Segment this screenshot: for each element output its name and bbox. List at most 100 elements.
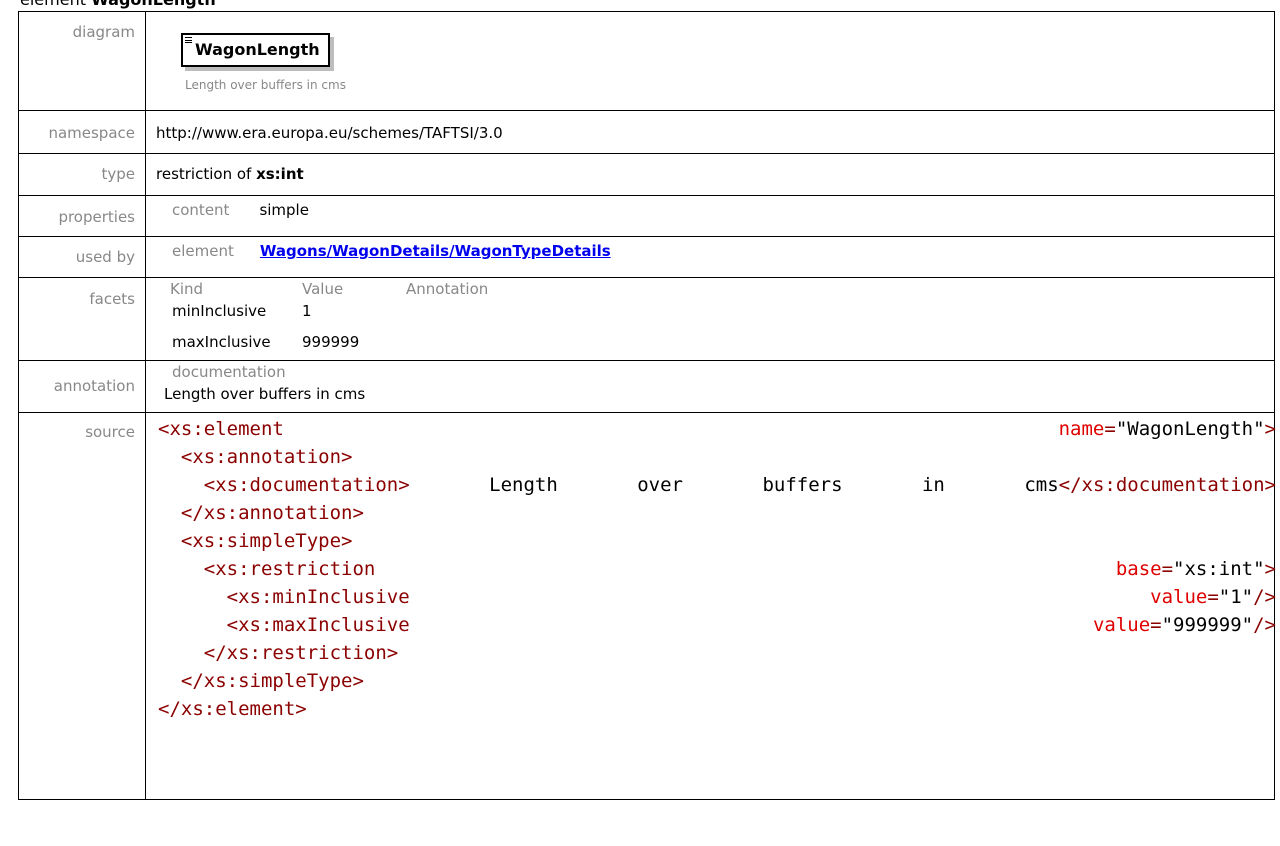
- used-by-key: element: [172, 242, 234, 260]
- used-by-label: used by: [75, 248, 135, 266]
- properties-label: properties: [58, 208, 135, 226]
- heading-element-name: WagonLength: [91, 0, 216, 9]
- annotation-row: annotation documentation Length over buf…: [18, 360, 1275, 413]
- type-row: type restriction of xs:int: [18, 153, 1275, 196]
- source-tag: <xs:element: [158, 418, 284, 440]
- source-tag: <xs:annotation>: [180, 446, 353, 468]
- source-attr-name: value: [1092, 614, 1151, 636]
- source-text-word: buffers: [762, 474, 843, 496]
- source-attr-name: base: [1115, 558, 1162, 580]
- source-tag: <xs:simpleType>: [180, 530, 353, 552]
- source-line: <xs:element name="WagonLength">: [158, 415, 1276, 443]
- source-tag: <xs:minInclusive: [226, 586, 410, 608]
- source-line: <xs:documentation> Length over buffers in cms…: [158, 471, 1276, 499]
- type-prefix: restriction of: [156, 165, 257, 183]
- source-label: source: [85, 423, 135, 441]
- diagram-label: diagram: [72, 23, 135, 41]
- source-tag: </xs:simpleType>: [180, 670, 364, 692]
- facet-kind: maxInclusive: [172, 333, 271, 351]
- source-line: <xs:restriction base="xs:int">: [158, 555, 1276, 583]
- source-row: source <xs:element name="WagonLength"> <x…: [18, 412, 1276, 800]
- source-equals: =: [1207, 586, 1219, 608]
- source-tag: <xs:documentation>: [203, 474, 410, 496]
- facets-label: facets: [89, 290, 135, 308]
- source-attr-value: "xs:int": [1173, 558, 1265, 580]
- source-line: <xs:annotation>: [158, 443, 1276, 471]
- source-tag: </xs:element>: [158, 698, 307, 720]
- heading-prefix: element: [20, 0, 91, 9]
- facet-kind: minInclusive: [172, 302, 267, 320]
- facets-table: Kind Value Annotation minInclusive 1 max…: [170, 280, 488, 351]
- source-tag: </xs:annotation>: [180, 502, 364, 524]
- page-heading: element WagonLength: [20, 0, 216, 9]
- source-line-left: </xs:simpleType>: [158, 667, 364, 695]
- facet-annotation: [406, 298, 488, 320]
- source-line-right: base="xs:int">: [1116, 555, 1276, 583]
- source-tag: </xs:restriction>: [203, 642, 399, 664]
- facets-header-row: Kind Value Annotation: [170, 280, 488, 298]
- element-doc-table: diagram WagonLength Length over buffers …: [18, 11, 1276, 800]
- source-line-right: name="WagonLength">: [1059, 415, 1276, 443]
- source-line: </xs:element>: [158, 695, 1276, 723]
- source-tag: </xs:documentation>: [1058, 474, 1276, 496]
- source-line: <xs:minInclusive value="1"/>: [158, 583, 1276, 611]
- source-text-word: over: [637, 474, 683, 496]
- source-equals: =: [1161, 558, 1174, 580]
- properties-value: simple: [259, 201, 309, 219]
- facet-annotation: [406, 320, 488, 351]
- facets-header-value: Value: [302, 280, 344, 298]
- source-line-left: <xs:simpleType>: [158, 527, 353, 555]
- source-line: <xs:maxInclusive value="999999"/>: [158, 611, 1276, 639]
- source-line-left: </xs:annotation>: [158, 499, 364, 527]
- source-line-right: value="1"/>: [1150, 583, 1276, 611]
- source-tag-close: />: [1253, 586, 1276, 608]
- source-line: <xs:simpleType>: [158, 527, 1276, 555]
- source-line-left: <xs:documentation>: [158, 471, 410, 499]
- annotation-key: documentation: [172, 363, 286, 381]
- source-attr-value: "999999": [1161, 614, 1254, 636]
- source-line-left: <xs:minInclusive: [158, 583, 410, 611]
- source-tag: <xs:maxInclusive: [226, 614, 410, 636]
- source-tag-close: >: [1264, 558, 1276, 580]
- source-line-left: <xs:restriction: [158, 555, 376, 583]
- type-base: xs:int: [256, 165, 304, 183]
- source-attr-value: "1": [1218, 586, 1254, 608]
- diagram-row: diagram WagonLength Length over buffers …: [18, 11, 1275, 111]
- type-value: restriction of xs:int: [156, 165, 304, 183]
- source-line: </xs:annotation>: [158, 499, 1276, 527]
- used-by-link[interactable]: Wagons/WagonDetails/WagonTypeDetails: [260, 242, 611, 260]
- element-diagram-box[interactable]: WagonLength: [181, 33, 330, 67]
- source-tag-close: />: [1253, 614, 1276, 636]
- used-by-row: used by element Wagons/WagonDetails/Wago…: [18, 236, 1275, 278]
- source-attr-name: value: [1150, 586, 1208, 608]
- source-line-right: value="999999"/>: [1093, 611, 1276, 639]
- source-tag: <xs:restriction: [203, 558, 376, 580]
- source-line: </xs:simpleType>: [158, 667, 1276, 695]
- source-line-left: <xs:annotation>: [158, 443, 353, 471]
- namespace-row: namespace http://www.era.europa.eu/schem…: [18, 110, 1275, 154]
- source-line-left: </xs:restriction>: [158, 639, 398, 667]
- diagram-caption: Length over buffers in cms: [185, 78, 346, 92]
- source-line-left: <xs:element: [158, 415, 284, 443]
- facets-row: facets Kind Value Annotation minInclusiv…: [18, 277, 1275, 361]
- facets-header-annotation: Annotation: [406, 280, 489, 298]
- annotation-label: annotation: [53, 377, 135, 395]
- type-label: type: [101, 165, 135, 183]
- source-attr-value: "WagonLength": [1115, 418, 1265, 440]
- facet-row: minInclusive 1: [170, 298, 488, 320]
- content-lines-icon: [185, 37, 192, 43]
- facet-value: 1: [302, 302, 312, 320]
- namespace-value: http://www.era.europa.eu/schemes/TAFTSI/…: [156, 124, 503, 142]
- source-equals: =: [1104, 418, 1116, 440]
- properties-row: properties content simple: [18, 195, 1275, 237]
- source-line-left: <xs:maxInclusive: [158, 611, 410, 639]
- source-code-block: <xs:element name="WagonLength"> <xs:annot…: [156, 413, 1276, 723]
- namespace-label: namespace: [48, 124, 135, 142]
- source-text-word: in: [921, 474, 945, 496]
- source-text-word: cms</xs:documentation>: [1024, 474, 1276, 496]
- annotation-text: Length over buffers in cms: [164, 385, 366, 403]
- properties-key: content: [172, 201, 230, 219]
- facet-value: 999999: [302, 333, 360, 351]
- source-equals: =: [1150, 614, 1162, 636]
- source-tag-close: >: [1264, 418, 1276, 440]
